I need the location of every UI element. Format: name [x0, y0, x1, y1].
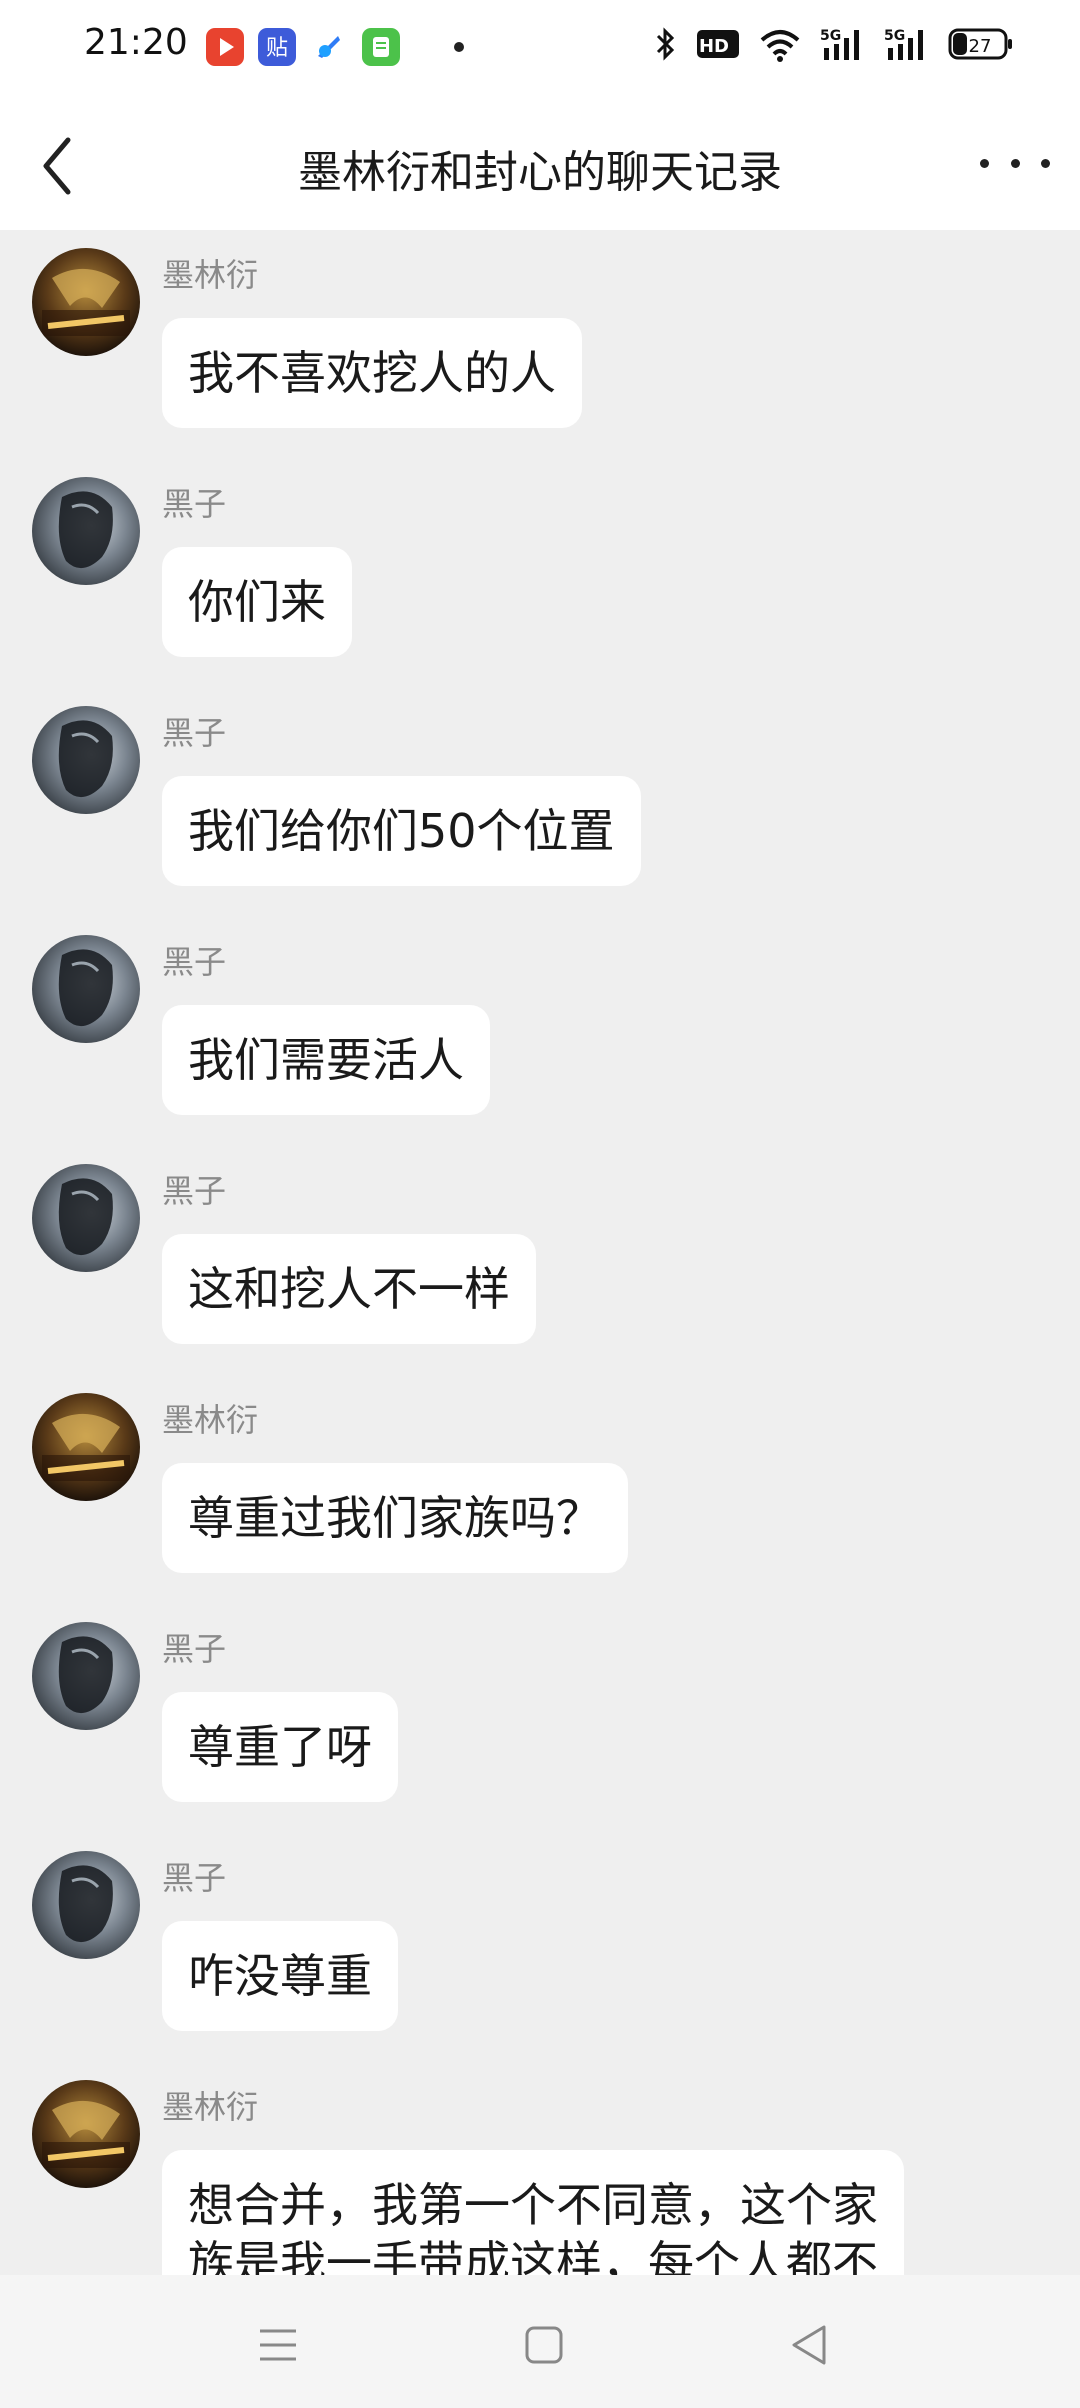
sender-name: 黑子: [162, 1859, 227, 1897]
svg-text:27: 27: [969, 36, 992, 57]
back-triangle-icon: [792, 2325, 826, 2365]
sender-name: 黑子: [162, 714, 227, 752]
sender-name: 墨林衍: [162, 1401, 259, 1439]
avatar[interactable]: [32, 935, 140, 1043]
page-title: 墨林衍和封心的聊天记录: [298, 147, 782, 198]
sender-name: 墨林衍: [162, 2088, 259, 2126]
message-bubble[interactable]: 这和挖人不一样: [162, 1234, 536, 1344]
message-bubble[interactable]: 你们来: [162, 547, 352, 657]
more-options-button[interactable]: [980, 138, 1050, 188]
video-app-icon: [206, 28, 244, 66]
sender-name: 黑子: [162, 485, 227, 523]
avatar[interactable]: [32, 477, 140, 585]
avatar[interactable]: [32, 1393, 140, 1501]
wifi-icon: [760, 30, 800, 62]
status-bar: 21:20 贴 HD 5G 5G 27: [0, 0, 1080, 100]
home-square-icon: [525, 2326, 563, 2364]
svg-text:贴: 贴: [266, 36, 288, 61]
message-bubble[interactable]: 我不喜欢挖人的人: [162, 318, 582, 428]
avatar[interactable]: [32, 1164, 140, 1272]
chat-header: 墨林衍和封心的聊天记录: [0, 100, 1080, 230]
green-app-icon: [362, 28, 400, 66]
message-bubble[interactable]: 尊重了呀: [162, 1692, 398, 1802]
home-button[interactable]: [514, 2315, 574, 2375]
menu-icon: [260, 2329, 296, 2361]
hd-icon: HD: [697, 30, 739, 58]
message-bubble[interactable]: 咋没尊重: [162, 1921, 398, 2031]
system-icons: HD 5G 5G 27: [654, 26, 1014, 62]
message-bubble[interactable]: 我们给你们50个位置: [162, 776, 641, 886]
svg-text:5G: 5G: [820, 28, 841, 44]
chat-message-list[interactable]: 墨林衍 我不喜欢挖人的人 黑子 你们来 黑子 我们给你们50个位置 黑子 我们需…: [0, 230, 1080, 2275]
browser-app-icon: [310, 28, 348, 66]
avatar[interactable]: [32, 1622, 140, 1730]
cellular-signal-1-icon: 5G: [820, 28, 859, 60]
svg-text:HD: HD: [699, 36, 729, 57]
avatar[interactable]: [32, 1851, 140, 1959]
notification-icons: 贴: [206, 28, 464, 66]
sender-name: 墨林衍: [162, 256, 259, 294]
more-dot: [1010, 158, 1020, 168]
avatar[interactable]: [32, 706, 140, 814]
avatar[interactable]: [32, 2080, 140, 2188]
avatar[interactable]: [32, 248, 140, 356]
sender-name: 黑子: [162, 1630, 227, 1668]
more-dot: [1041, 158, 1050, 168]
status-time: 21:20: [84, 22, 188, 63]
message-bubble[interactable]: 尊重过我们家族吗？: [162, 1463, 628, 1573]
bluetooth-icon: [656, 27, 675, 61]
sender-name: 黑子: [162, 943, 227, 981]
tieba-app-icon: 贴: [258, 28, 296, 66]
cellular-signal-2-icon: 5G: [884, 28, 923, 60]
sender-name: 黑子: [162, 1172, 227, 1210]
system-navigation-bar: [0, 2275, 1080, 2408]
more-notifications-dot: [454, 42, 464, 52]
battery-icon: 27: [948, 28, 1012, 60]
back-nav-button[interactable]: [780, 2315, 840, 2375]
more-dot: [980, 158, 989, 168]
menu-button[interactable]: [248, 2315, 308, 2375]
message-bubble[interactable]: 想合并，我第一个不同意，这个家族是我一手带成这样，每个人都不: [162, 2150, 904, 2275]
svg-text:5G: 5G: [884, 28, 905, 44]
message-bubble[interactable]: 我们需要活人: [162, 1005, 490, 1115]
